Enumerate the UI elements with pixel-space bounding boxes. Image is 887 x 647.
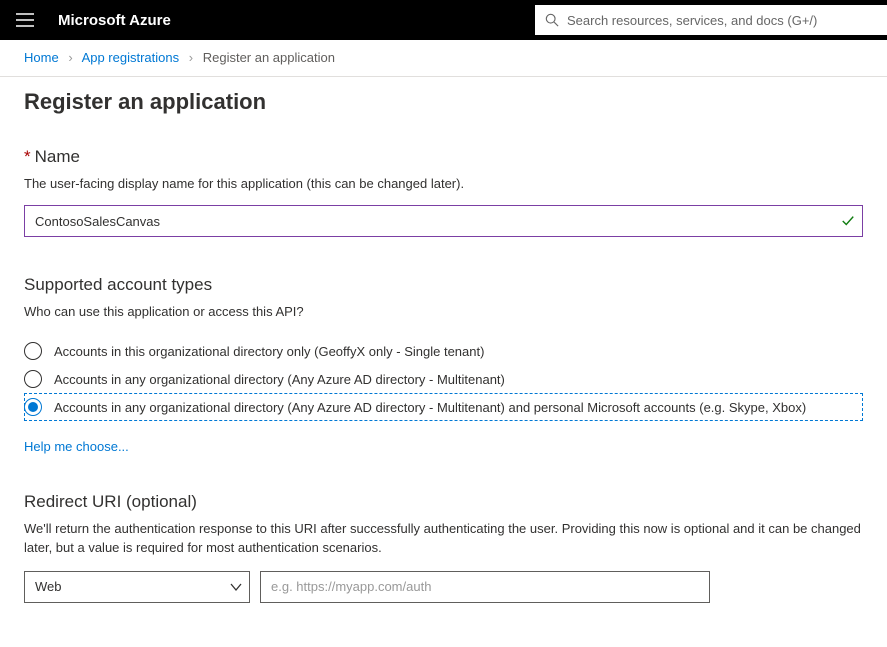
name-section: *Name The user-facing display name for t… [24,147,863,237]
page-body: Register an application *Name The user-f… [0,77,887,637]
redirect-uri-section: Redirect URI (optional) We'll return the… [24,492,863,602]
platform-select-wrap: Web [24,571,250,603]
breadcrumb: Home › App registrations › Register an a… [0,40,887,76]
account-types-heading: Supported account types [24,275,863,295]
breadcrumb-home[interactable]: Home [24,50,59,65]
redirect-helper: We'll return the authentication response… [24,520,863,556]
search-placeholder: Search resources, services, and docs (G+… [567,13,817,28]
search-icon [545,13,559,27]
account-types-section: Supported account types Who can use this… [24,275,863,454]
name-helper: The user-facing display name for this ap… [24,175,863,193]
radio-label: Accounts in any organizational directory… [54,400,806,415]
radio-icon [24,398,42,416]
radio-icon [24,342,42,360]
account-type-option-multitenant[interactable]: Accounts in any organizational directory… [24,365,863,393]
radio-label: Accounts in any organizational directory… [54,372,505,387]
brand-label: Microsoft Azure [50,12,171,29]
account-types-helper: Who can use this application or access t… [24,303,863,321]
breadcrumb-app-registrations[interactable]: App registrations [82,50,180,65]
help-me-choose-link[interactable]: Help me choose... [24,439,129,454]
radio-label: Accounts in this organizational director… [54,344,484,359]
breadcrumb-current: Register an application [203,50,335,65]
menu-button[interactable] [0,13,50,27]
radio-icon [24,370,42,388]
chevron-right-icon: › [189,50,193,65]
check-icon [841,214,855,228]
search-wrap: Search resources, services, and docs (G+… [535,5,887,35]
search-input[interactable]: Search resources, services, and docs (G+… [535,5,887,35]
page-title: Register an application [24,89,863,115]
top-bar: Microsoft Azure Search resources, servic… [0,0,887,40]
account-type-option-multitenant-personal[interactable]: Accounts in any organizational directory… [24,393,863,421]
required-indicator: * [24,147,31,166]
name-heading: *Name [24,147,863,167]
platform-select[interactable]: Web [24,571,250,603]
name-input[interactable] [24,205,863,237]
account-type-option-single-tenant[interactable]: Accounts in this organizational director… [24,337,863,365]
name-input-wrap [24,205,863,237]
hamburger-icon [16,13,34,27]
redirect-uri-input[interactable] [260,571,710,603]
redirect-heading: Redirect URI (optional) [24,492,863,512]
redirect-uri-row: Web [24,571,863,603]
platform-select-value: Web [35,579,62,594]
chevron-right-icon: › [68,50,72,65]
